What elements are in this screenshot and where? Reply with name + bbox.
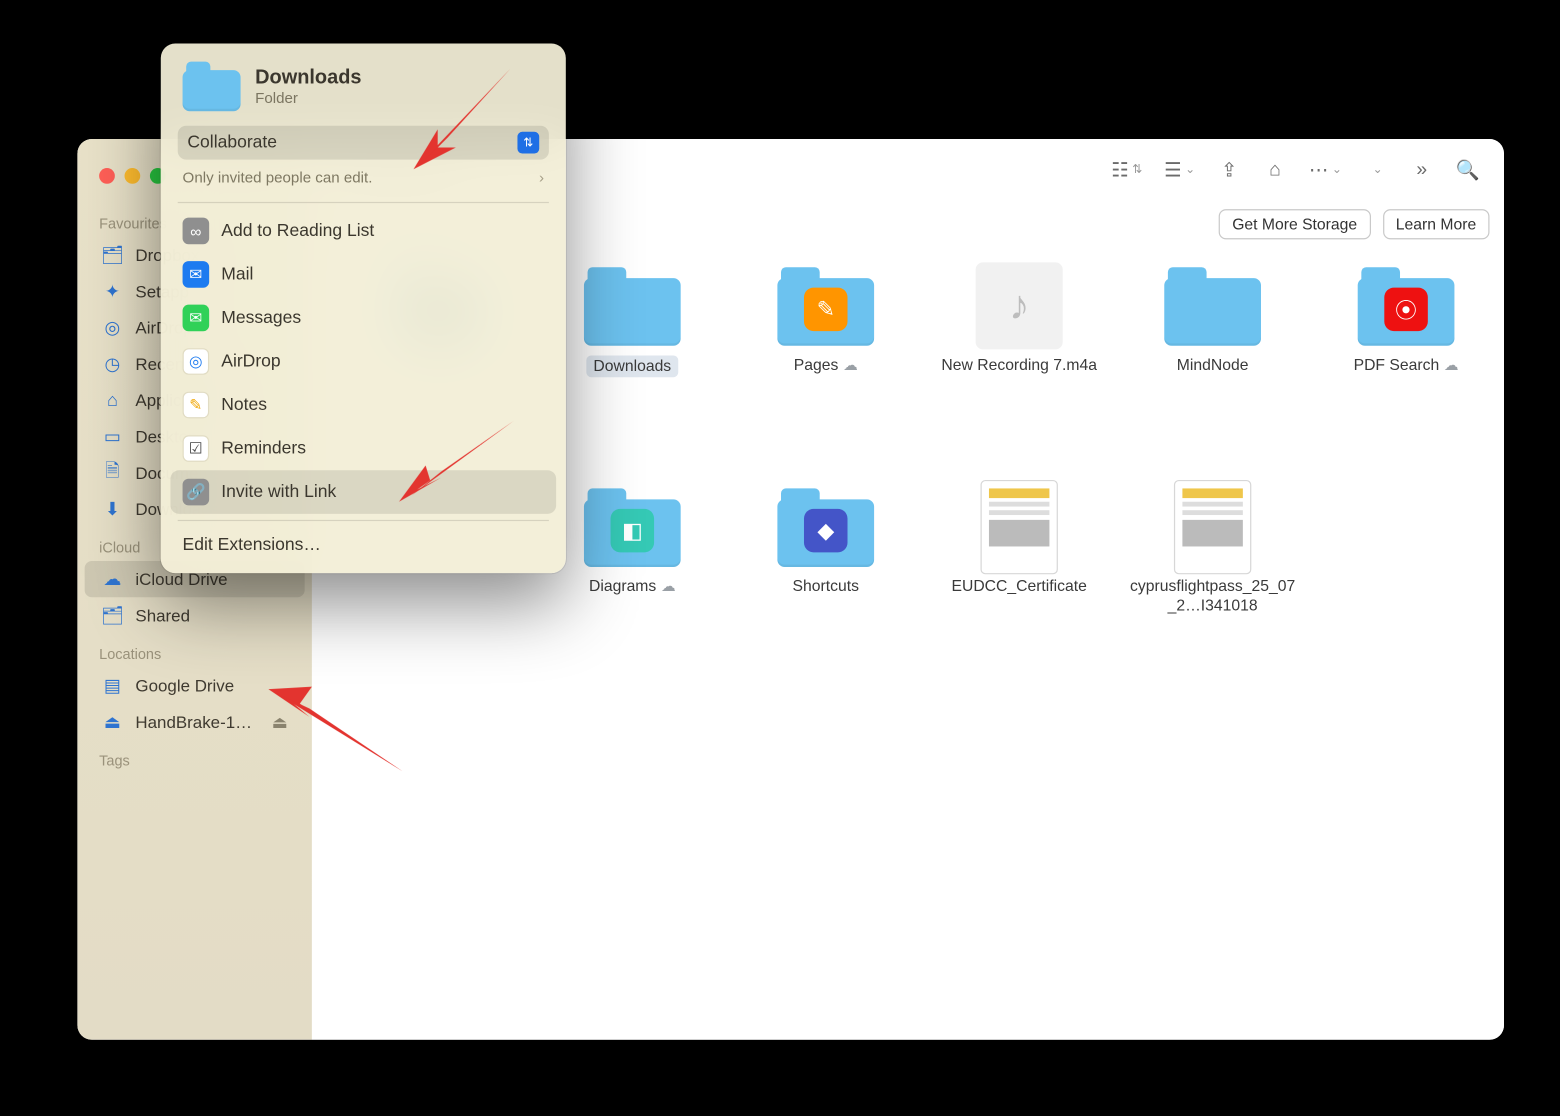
file-thumb — [1163, 485, 1262, 570]
cloud-download-icon: ☁︎ — [661, 577, 676, 594]
file-item[interactable]: ⦿ PDF Search☁︎ — [1315, 264, 1496, 463]
file-item[interactable]: Downloads — [542, 264, 723, 463]
app-badge-icon: ⦿ — [1384, 288, 1428, 332]
msg-icon: ✉︎ — [183, 305, 210, 332]
chevron-right-icon: › — [539, 169, 544, 186]
file-thumb: ✎ — [776, 264, 875, 349]
drive-icon: ▤ — [102, 675, 124, 697]
document-icon — [980, 480, 1057, 574]
file-item[interactable]: EUDCC_Certificate — [929, 485, 1110, 684]
chevron-down-icon: ⌄ — [1373, 163, 1383, 176]
app-badge-icon: ✎ — [804, 288, 848, 332]
share-option-mail[interactable]: ✉︎Mail — [170, 253, 556, 297]
disk-icon: ⏏︎ — [102, 711, 124, 733]
chevron-down-icon: ⌄ — [1332, 163, 1342, 176]
chevron-updown-icon: ⇅ — [1132, 163, 1142, 176]
audio-icon: ♪ — [976, 262, 1063, 349]
cloud-download-icon: ☁︎ — [1444, 356, 1459, 373]
clock-icon: ◷ — [102, 353, 124, 375]
file-thumb: ⦿ — [1356, 264, 1455, 349]
minimize-window-button[interactable] — [125, 168, 141, 184]
group-button[interactable]: ☰⌄ — [1157, 152, 1203, 188]
folder-icon: 🗂︎ — [102, 244, 124, 266]
edit-extensions-row[interactable]: Edit Extensions… — [170, 527, 556, 563]
apps-icon: ⌂ — [102, 389, 124, 411]
cloud-download-icon: ☁︎ — [843, 356, 858, 373]
file-label: New Recording 7.m4a — [941, 355, 1097, 374]
file-thumb: ◧ — [583, 485, 682, 570]
file-label: Shortcuts — [793, 577, 859, 596]
more-button[interactable]: » — [1402, 152, 1441, 188]
file-thumb — [583, 264, 682, 349]
cloud-icon: ☁︎ — [102, 568, 124, 590]
air-icon: ◎ — [183, 348, 210, 375]
file-label: Downloads — [586, 355, 678, 376]
sidebar-item-shared[interactable]: 🗂︎Shared — [85, 597, 305, 633]
rem-icon: ☑︎ — [183, 435, 210, 462]
search-button[interactable]: 🔍 — [1448, 152, 1487, 188]
file-label: EUDCC_Certificate — [951, 577, 1086, 596]
file-label: Pages☁︎ — [794, 355, 858, 374]
share-button[interactable]: ⇪ — [1210, 152, 1249, 188]
file-thumb — [970, 485, 1069, 570]
chevron-down-icon: ⌄ — [1185, 163, 1195, 176]
popover-subtitle: Folder — [255, 89, 361, 106]
get-more-storage-button[interactable]: Get More Storage — [1219, 209, 1371, 239]
file-thumb — [1163, 264, 1262, 349]
file-label: PDF Search☁︎ — [1354, 355, 1459, 374]
annotation-arrow — [389, 63, 522, 172]
file-item[interactable]: ✎ Pages☁︎ — [735, 264, 916, 463]
link-icon: 🔗 — [183, 479, 210, 506]
mail-icon: ✉︎ — [183, 261, 210, 288]
file-label: MindNode — [1177, 355, 1249, 374]
file-thumb: ◆ — [776, 485, 875, 570]
document-icon — [1174, 480, 1251, 574]
document-icon: 🗎 — [102, 462, 124, 484]
shared-folder-icon: 🗂︎ — [102, 605, 124, 627]
app-badge-icon: ◧ — [611, 509, 655, 553]
share-option-msg[interactable]: ✉︎Messages — [170, 296, 556, 340]
notes-icon: ✎ — [183, 392, 210, 419]
close-window-button[interactable] — [99, 168, 115, 184]
actions-button[interactable]: ⋯⌄ — [1302, 152, 1350, 188]
app-icon: ✦ — [102, 280, 124, 302]
learn-more-button[interactable]: Learn More — [1383, 209, 1490, 239]
view-icons-button[interactable]: ☷⇅ — [1104, 152, 1150, 188]
read-icon: ∞ — [183, 218, 210, 245]
download-icon: ⬇︎ — [102, 498, 124, 520]
separator — [178, 202, 549, 203]
share-option-air[interactable]: ◎AirDrop — [170, 340, 556, 384]
file-item[interactable]: ◧ Diagrams☁︎ — [542, 485, 723, 684]
annotation-arrow — [387, 411, 520, 508]
popover-title: Downloads — [255, 66, 361, 89]
file-thumb: ♪ — [970, 264, 1069, 349]
file-item[interactable]: cyprusflightpass_25_07_2…I341018 — [1122, 485, 1303, 684]
tags-button[interactable]: ⌂ — [1256, 152, 1295, 188]
file-label: cyprusflightpass_25_07_2…I341018 — [1128, 577, 1297, 615]
overflow-chevron[interactable]: ⌄ — [1356, 152, 1395, 188]
file-item[interactable]: ♪ New Recording 7.m4a — [929, 264, 1110, 463]
airdrop-icon: ◎ — [102, 317, 124, 339]
file-label: Diagrams☁︎ — [589, 577, 676, 596]
annotation-arrow — [264, 663, 409, 784]
app-badge-icon: ◆ — [804, 509, 848, 553]
separator — [178, 520, 549, 521]
desktop-icon: ▭ — [102, 426, 124, 448]
file-item[interactable]: ◆ Shortcuts — [735, 485, 916, 684]
file-item[interactable]: MindNode — [1122, 264, 1303, 463]
share-option-read[interactable]: ∞Add to Reading List — [170, 209, 556, 253]
folder-icon — [183, 63, 241, 109]
